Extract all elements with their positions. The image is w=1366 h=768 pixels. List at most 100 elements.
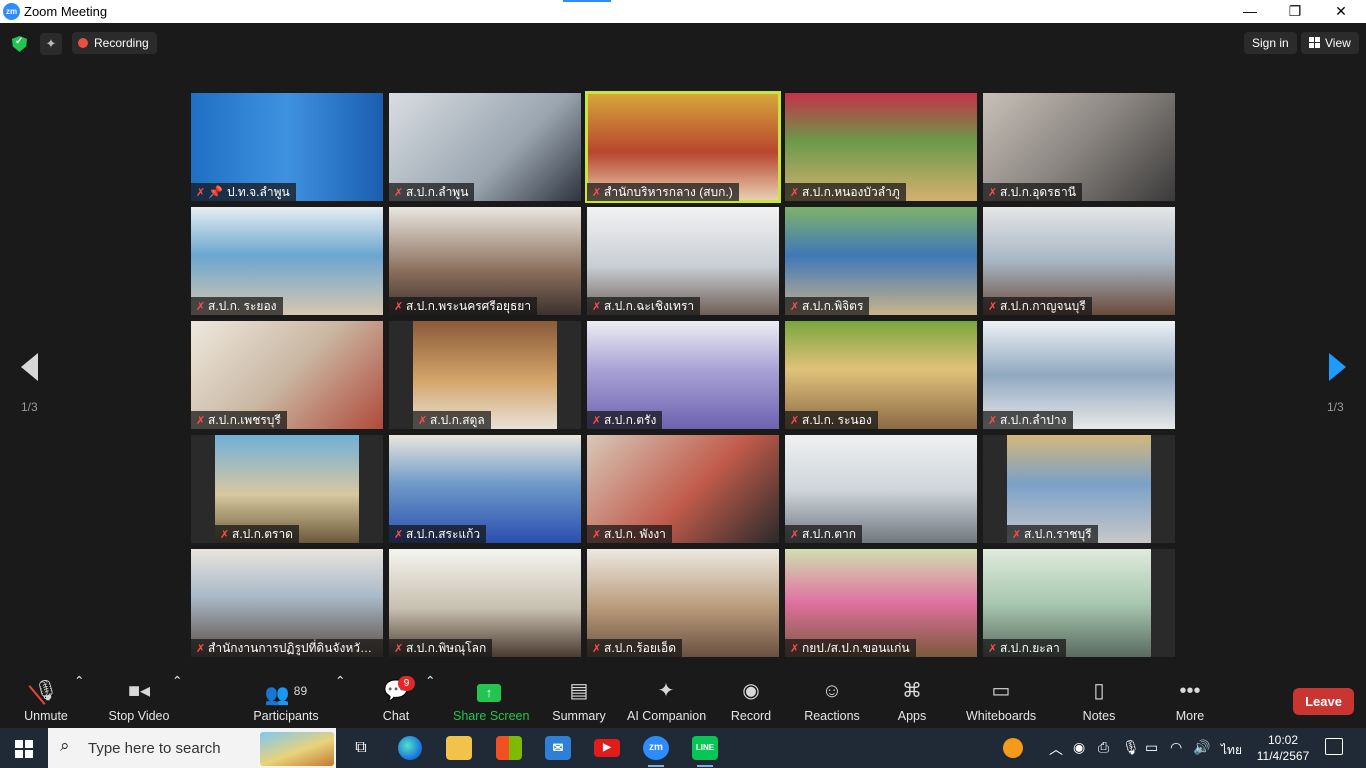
video-options-caret-icon[interactable]: ⌃ bbox=[172, 673, 182, 728]
reactions-button[interactable]: ☺ Reactions bbox=[804, 673, 860, 728]
participant-name-label: ✗ ส.ป.ก.อุดรธานี bbox=[983, 183, 1082, 201]
participants-button[interactable]: 👥 89 Participants bbox=[252, 673, 320, 728]
video-tile[interactable]: ✗ ส.ป.ก.เพชรบุรี bbox=[191, 321, 383, 429]
file-explorer-icon[interactable] bbox=[446, 736, 472, 760]
participant-name-label: ✗ ส.ป.ก.หนองบัวลำภู bbox=[785, 183, 906, 201]
view-button[interactable]: View bbox=[1301, 32, 1359, 54]
video-tile[interactable]: ✗ ส.ป.ก.กาญจนบุรี bbox=[983, 207, 1175, 315]
notification-center-icon[interactable] bbox=[1325, 738, 1343, 755]
tray-microphone-icon[interactable]: 🎙 bbox=[1122, 739, 1140, 756]
video-tile[interactable]: ✗ ส.ป.ก.ราชบุรี bbox=[1007, 435, 1151, 543]
video-tile[interactable]: ✗ ส.ป.ก.ฉะเชิงเทรา bbox=[587, 207, 779, 315]
clock-date: 11/4/2567 bbox=[1256, 749, 1310, 763]
muted-mic-icon: ✗ bbox=[592, 415, 602, 427]
muted-mic-icon: ✗ bbox=[220, 529, 230, 541]
participant-name-label: ✗ ส.ป.ก.สระแก้ว bbox=[389, 525, 487, 543]
notes-button[interactable]: ▯ Notes bbox=[1081, 673, 1117, 728]
participant-name-label: ✗ ส.ป.ก.กาญจนบุรี bbox=[983, 297, 1092, 315]
tray-camera-icon[interactable]: ⎙ bbox=[1098, 739, 1109, 756]
video-tile[interactable]: ✗ ส.ป.ก.ร้อยเอ็ด bbox=[587, 549, 779, 657]
notes-icon: ▯ bbox=[1093, 680, 1105, 702]
video-tile[interactable]: ✗ ส.ป.ก.พิษณุโลก bbox=[389, 549, 581, 657]
input-language[interactable]: ไทย bbox=[1221, 741, 1242, 760]
participant-name: ส.ป.ก.อุดรธานี bbox=[1000, 185, 1076, 199]
participants-options-caret-icon[interactable]: ⌃ bbox=[335, 673, 345, 728]
video-tile[interactable]: ✗ ส.ป.ก.ลำปาง bbox=[983, 321, 1175, 429]
search-highlight-image bbox=[260, 732, 334, 766]
recording-indicator[interactable]: Recording bbox=[72, 32, 157, 54]
participant-name: ส.ป.ก.พิจิตร bbox=[802, 299, 864, 313]
wifi-icon[interactable]: ◠ bbox=[1170, 739, 1182, 756]
participant-name-label: ✗ ส.ป.ก.เพชรบุรี bbox=[191, 411, 287, 429]
task-view-icon[interactable]: ⧉ bbox=[348, 736, 374, 760]
video-tile[interactable]: ✗ ส.ป.ก.หนองบัวลำภู bbox=[785, 93, 977, 201]
security-shield-icon[interactable] bbox=[12, 36, 27, 52]
participant-name: ส.ป.ก.สระแก้ว bbox=[406, 527, 481, 541]
video-tile[interactable]: ✗ ส.ป.ก.สตูล bbox=[413, 321, 557, 429]
stop-video-button[interactable]: ■◂ Stop Video bbox=[106, 673, 172, 728]
video-tile[interactable]: ✗ ส.ป.ก.สระแก้ว bbox=[389, 435, 581, 543]
video-tile[interactable]: ✗ 📌 ป.ท.จ.ลำพูน bbox=[191, 93, 383, 201]
leave-button[interactable]: Leave bbox=[1293, 688, 1354, 715]
taskbar-clock[interactable]: 10:02 11/4/2567 bbox=[1253, 732, 1313, 764]
windows-start-icon[interactable] bbox=[15, 740, 33, 758]
video-tile[interactable]: ✗ กยป./ส.ป.ก.ขอนแก่น bbox=[785, 549, 977, 657]
muted-mic-icon: ✗ bbox=[988, 643, 998, 655]
video-tile[interactable]: ✗ ส.ป.ก.ยะลา bbox=[983, 549, 1151, 657]
mail-icon[interactable]: ✉ bbox=[545, 736, 571, 760]
prev-page-arrow-icon[interactable] bbox=[17, 353, 41, 393]
sign-in-button[interactable]: Sign in bbox=[1244, 32, 1297, 54]
video-tile[interactable]: ✗ ส.ป.ก.พิจิตร bbox=[785, 207, 977, 315]
video-tile[interactable]: ✗ ส.ป.ก.ตราด bbox=[215, 435, 359, 543]
close-button[interactable]: ✕ bbox=[1318, 0, 1364, 23]
audio-options-caret-icon[interactable]: ⌃ bbox=[74, 673, 84, 728]
microsoft-store-icon[interactable] bbox=[496, 736, 522, 760]
weather-widget-icon[interactable] bbox=[1003, 738, 1023, 758]
summary-button[interactable]: ▤ Summary bbox=[551, 673, 607, 728]
video-tile[interactable]: ✗ ส.ป.ก.ตาก bbox=[785, 435, 977, 543]
unmute-button[interactable]: 🎙 Unmute bbox=[16, 673, 76, 728]
video-tile[interactable]: ✗ ส.ป.ก.ตรัง bbox=[587, 321, 779, 429]
summary-icon: ▤ bbox=[569, 680, 589, 702]
more-button[interactable]: ••• More bbox=[1172, 673, 1208, 728]
participant-name-label: ✗ ส.ป.ก.ตราด bbox=[215, 525, 299, 543]
share-screen-button[interactable]: ↑ Share Screen bbox=[453, 673, 529, 728]
record-button[interactable]: ◉ Record bbox=[730, 673, 772, 728]
whiteboards-label: Whiteboards bbox=[966, 709, 1037, 723]
line-app-icon[interactable]: LINE bbox=[692, 736, 718, 767]
apps-button[interactable]: ⌘ Apps bbox=[895, 673, 929, 728]
chat-unread-badge: 9 bbox=[398, 676, 415, 691]
next-page-arrow-icon[interactable] bbox=[1325, 353, 1349, 393]
video-tile[interactable]: ✗ สำนักบริหารกลาง (สบก.) bbox=[585, 91, 781, 203]
participant-name-label: ✗ ส.ป.ก.พิจิตร bbox=[785, 297, 870, 315]
page-indicator-right: 1/3 bbox=[1327, 400, 1344, 414]
ai-sparkle-icon[interactable]: ✦ bbox=[40, 33, 62, 55]
minimize-button[interactable]: — bbox=[1227, 0, 1273, 23]
muted-mic-icon: ✗ bbox=[394, 187, 404, 199]
video-tile[interactable]: ✗ ส.ป.ก.ลำพูน bbox=[389, 93, 581, 201]
participant-name: ส.ป.ก.กาญจนบุรี bbox=[1000, 299, 1086, 313]
chat-options-caret-icon[interactable]: ⌃ bbox=[425, 673, 435, 728]
youtube-icon[interactable]: ▶ bbox=[594, 739, 620, 757]
speaker-volume-icon[interactable]: 🔊 bbox=[1193, 739, 1210, 756]
video-tile[interactable]: ✗ ส.ป.ก.พระนครศรีอยุธยา bbox=[389, 207, 581, 315]
edge-browser-icon[interactable] bbox=[398, 736, 422, 760]
chat-button[interactable]: 💬 9 Chat bbox=[376, 673, 416, 728]
video-tile[interactable]: ✗ ส.ป.ก.อุดรธานี bbox=[983, 93, 1175, 201]
whiteboards-button[interactable]: ▭ Whiteboards bbox=[966, 673, 1036, 728]
participant-name: สำนักบริหารกลาง (สบก.) bbox=[604, 185, 733, 199]
ai-companion-button[interactable]: ✦ AI Companion bbox=[627, 673, 706, 728]
zoom-taskbar-icon[interactable]: zm bbox=[643, 736, 669, 767]
taskbar-search-box[interactable]: ⌕ Type here to search bbox=[48, 728, 336, 768]
tray-overflow-chevron-icon[interactable]: ︿ bbox=[1049, 739, 1063, 759]
tray-record-icon[interactable]: ◉ bbox=[1073, 739, 1085, 756]
video-tile[interactable]: ✗ ส.ป.ก. พังงา bbox=[587, 435, 779, 543]
muted-mic-icon: ✗ bbox=[790, 643, 800, 655]
muted-mic-icon: ✗ bbox=[790, 415, 800, 427]
restore-button[interactable]: ❐ bbox=[1272, 0, 1318, 23]
video-tile[interactable]: ✗ ส.ป.ก. ระยอง bbox=[191, 207, 383, 315]
battery-icon[interactable]: ▭ bbox=[1145, 739, 1158, 756]
participant-name: ส.ป.ก.พิษณุโลก bbox=[406, 641, 487, 655]
video-tile[interactable]: ✗ ส.ป.ก. ระนอง bbox=[785, 321, 977, 429]
video-tile[interactable]: ✗ สำนักงานการปฏิรูปที่ดินจังหวัดน... bbox=[191, 549, 383, 657]
